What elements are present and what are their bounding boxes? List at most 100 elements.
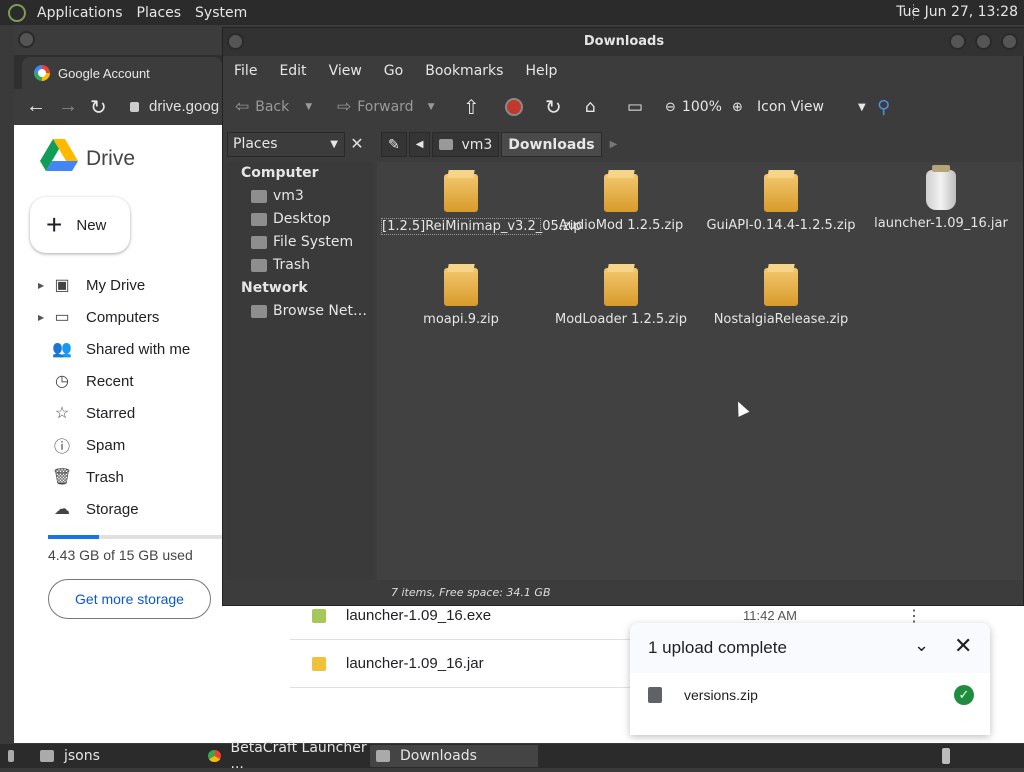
taskbar-item-betacraft[interactable]: BetaCraft Launcher ... — [202, 740, 368, 772]
get-more-storage-button[interactable]: Get more storage — [48, 579, 211, 619]
drive-nav-item[interactable]: ☁ Storage — [38, 493, 228, 525]
window-menu-button[interactable] — [18, 31, 35, 48]
workspace-switcher[interactable] — [936, 745, 960, 767]
computer-button[interactable]: ▭ — [627, 88, 649, 126]
zoom-out-icon[interactable]: ⊖ — [665, 100, 676, 115]
menu-edit[interactable]: Edit — [268, 63, 317, 79]
menu-bookmarks[interactable]: Bookmarks — [414, 63, 514, 79]
close-window-icon[interactable] — [1001, 33, 1018, 50]
stop-button[interactable] — [505, 88, 523, 126]
dropdown-arrow-icon[interactable]: ▼ — [428, 102, 435, 112]
file-name: NostalgiaRelease.zip — [713, 312, 849, 327]
show-desktop-button[interactable] — [2, 745, 24, 767]
file-icon-view[interactable]: [1.2.5]ReiMinimap_v3.2_05.zip AudioMod 1… — [377, 162, 1023, 580]
drive-nav-item[interactable]: ▶ ▭ Computers — [38, 301, 228, 333]
file-name: moapi.9.zip — [423, 312, 499, 327]
sidebar-item-trash[interactable]: Trash — [251, 257, 310, 273]
toolbar: ⇦ Back ▼ ⇨ Forward ▼ ⇧ ↻ ⌂ ▭ ⊖ 100% ⊕ Icon Vie… — [223, 88, 1024, 126]
breadcrumb-right-arrow-icon[interactable]: ▶ — [610, 139, 618, 150]
close-sidebar-icon[interactable]: ✕ — [347, 134, 367, 154]
drive-nav-item[interactable]: ▶ ▣ My Drive — [38, 269, 228, 301]
clock-icon: ◷ — [55, 373, 69, 390]
drive-nav-item[interactable]: 👥 Shared with me — [38, 333, 228, 365]
search-button[interactable]: ⚲ — [877, 88, 896, 126]
window-menu-button[interactable] — [227, 33, 244, 50]
home-button[interactable]: ⌂ — [585, 88, 602, 126]
up-button[interactable]: ⇧ — [463, 88, 486, 126]
storage-bar-fill — [48, 535, 100, 539]
drive-logo-icon[interactable] — [40, 139, 78, 173]
back-arrow-icon[interactable]: ← — [26, 95, 46, 118]
minimize-icon[interactable] — [949, 33, 966, 50]
clock[interactable]: Tue Jun 27, 13:28 — [896, 4, 1018, 20]
spam-icon: ⓘ — [53, 439, 70, 456]
taskbar-item-downloads[interactable]: Downloads — [370, 745, 538, 767]
file-item[interactable]: GuiAPI-0.14.4-1.2.5.zip — [701, 174, 861, 233]
applications-menu[interactable]: Applications — [30, 5, 130, 21]
sidebar-item-browse-network[interactable]: Browse Net… — [251, 303, 367, 319]
drive-nav-item[interactable]: ⓘ Spam — [38, 429, 228, 461]
exe-file-icon — [312, 608, 326, 623]
back-button[interactable]: ⇦ Back ▼ — [235, 88, 312, 126]
places-menu[interactable]: Places — [130, 5, 189, 21]
file-item[interactable]: AudioMod 1.2.5.zip — [541, 174, 701, 233]
zoom-control[interactable]: ⊖ 100% ⊕ — [665, 88, 749, 126]
location-bar: Places ▼ ✕ ✎ ◀ vm3 Downloads ▶ — [223, 128, 1024, 162]
edit-location-icon[interactable]: ✎ — [381, 132, 407, 157]
file-name: launcher-1.09_16.exe — [346, 607, 492, 624]
reload-icon: ↻ — [545, 95, 562, 119]
taskbar-item-jsons[interactable]: jsons — [34, 745, 198, 767]
system-menu[interactable]: System — [188, 5, 254, 21]
jar-file-icon — [312, 656, 326, 671]
drive-nav-item[interactable]: 🗑 Trash — [38, 461, 228, 493]
file-item[interactable]: [1.2.5]ReiMinimap_v3.2_05.zip — [381, 174, 582, 235]
file-manager-window: Downloads File Edit View Go Bookmarks He… — [222, 27, 1024, 606]
browser-tab[interactable]: Google Account — [22, 57, 222, 89]
reload-button[interactable]: ↻ — [545, 88, 568, 126]
breadcrumb: ✎ ◀ vm3 Downloads ▶ — [381, 132, 617, 157]
sidebar-selector[interactable]: Places ▼ — [227, 132, 345, 157]
drive-nav-item[interactable]: ☆ Starred — [38, 397, 228, 429]
chevron-down-icon[interactable]: ⌄ — [914, 635, 929, 656]
sidebar-heading-network: Network — [241, 280, 308, 296]
zip-archive-icon — [764, 174, 798, 212]
breadcrumb-downloads[interactable]: Downloads — [501, 132, 602, 157]
file-name: GuiAPI-0.14.4-1.2.5.zip — [706, 218, 856, 233]
sidebar-item-desktop[interactable]: Desktop — [251, 211, 331, 227]
places-label: Places — [233, 136, 278, 152]
menu-go[interactable]: Go — [373, 63, 414, 79]
drive-nav-label: Storage — [86, 500, 139, 518]
file-item[interactable]: moapi.9.zip — [381, 268, 541, 327]
maximize-icon[interactable] — [975, 33, 992, 50]
close-icon[interactable]: ✕ — [954, 633, 972, 659]
sidebar-item-file-system[interactable]: File System — [251, 234, 353, 250]
desktop-folder-icon — [251, 212, 267, 226]
file-name: launcher-1.09_16.jar — [874, 216, 1008, 231]
file-item[interactable]: NostalgiaRelease.zip — [701, 268, 861, 327]
bottom-panel: jsons BetaCraft Launcher ... Downloads — [0, 740, 1024, 772]
file-item[interactable]: launcher-1.09_16.jar — [861, 165, 1021, 231]
new-button[interactable]: + New — [30, 197, 130, 253]
network-icon — [251, 304, 267, 318]
reload-icon[interactable]: ↻ — [90, 95, 107, 120]
menu-view[interactable]: View — [318, 63, 373, 79]
caret-right-icon[interactable]: ▶ — [38, 313, 52, 322]
menu-file[interactable]: File — [223, 63, 268, 79]
view-mode-select[interactable]: Icon View ▼ — [757, 88, 866, 126]
forward-button[interactable]: ⇨ Forward ▼ — [337, 88, 434, 126]
drive-icon — [251, 235, 267, 249]
sidebar-item-label: Desktop — [273, 211, 331, 227]
forward-arrow-icon[interactable]: → — [58, 95, 78, 118]
dropdown-arrow-icon[interactable]: ▼ — [305, 102, 312, 112]
address-bar[interactable]: drive.goog — [124, 93, 234, 121]
breadcrumb-left-arrow-icon[interactable]: ◀ — [408, 132, 431, 157]
drive-nav-item[interactable]: ◷ Recent — [38, 365, 228, 397]
sidebar-item-vm3[interactable]: vm3 — [251, 188, 304, 204]
file-item[interactable]: ModLoader 1.2.5.zip — [541, 268, 701, 327]
mate-logo-icon[interactable] — [8, 3, 26, 22]
breadcrumb-vm3[interactable]: vm3 — [432, 132, 500, 157]
caret-right-icon[interactable]: ▶ — [38, 281, 52, 290]
zoom-in-icon[interactable]: ⊕ — [732, 100, 743, 115]
upload-item[interactable]: versions.zip ✓ — [648, 685, 978, 705]
menu-help[interactable]: Help — [514, 63, 568, 79]
